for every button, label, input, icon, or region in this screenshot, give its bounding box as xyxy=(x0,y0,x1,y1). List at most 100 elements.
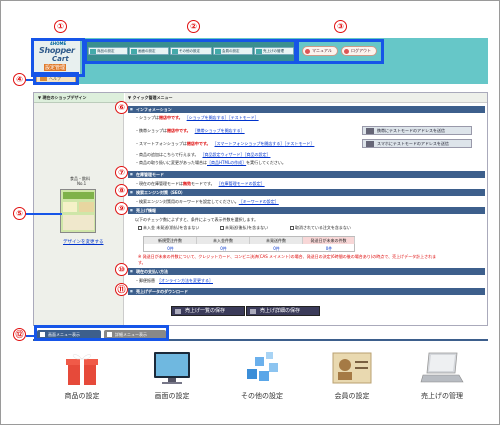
smartphone-status-value: 閉店中です。 xyxy=(186,141,211,146)
save-sales-detail-label: 売上げ詳細の保存 xyxy=(260,308,301,314)
callout-number-5: ⑤ xyxy=(13,207,26,220)
current-design-title: ▼ 現在のショップデザイン xyxy=(34,93,124,103)
change-design-link[interactable]: デザインを変更する xyxy=(63,239,104,245)
stats-header: 未発送件数 xyxy=(250,237,303,244)
sales-warning-note: ※ 発送日が未来の件数について、クレジットカード、コンビニ決済(CAS メイメン… xyxy=(138,254,437,265)
preview-header xyxy=(63,192,94,199)
stock-mode-line: ・現在の在庫管理モードは無効モードです。 ［在庫管理モードの設定］ xyxy=(135,181,265,187)
section-sales-download: 売上げデータのダウンロード xyxy=(128,288,485,295)
product-add-text: ・商品の追加はこちらで行えます。 xyxy=(135,152,199,157)
preview-block xyxy=(79,202,94,212)
menu-item-label: その他の設定 xyxy=(241,392,283,400)
callout-number-8: ⑧ xyxy=(115,184,128,197)
menu-item-other[interactable]: その他の設定 xyxy=(227,345,297,415)
mobile-status-line: ・携帯ショップは閉店中です。 ［携帯ショップを開店する］ xyxy=(135,128,245,134)
sales-intro: 以下のチェック数によずすと、条件によって表示件数を選択します。 xyxy=(135,217,259,222)
stock-mode-prefix: ・現在の在庫管理モードは xyxy=(135,181,183,186)
seo-line: ・検索エンジン対策用のキーワードを設定してください。［キーワードの設定］ xyxy=(135,199,279,205)
callout-number-3: ③ xyxy=(334,20,347,33)
keyword-settings-link[interactable]: ［キーワードの設定］ xyxy=(239,199,279,204)
section-payment-method: 現在の支払い方法 xyxy=(128,268,485,275)
preview-block xyxy=(63,215,94,230)
callout-box-3 xyxy=(296,39,384,64)
mobile-status-prefix: ・携帯ショップは xyxy=(135,128,167,133)
exclude-cancelled-checkbox[interactable]: 取消されている注文を含まない xyxy=(290,225,351,231)
stock-mode-suffix: モードです。 xyxy=(191,181,215,186)
callout-number-7: ⑦ xyxy=(115,166,128,179)
section-stock-mode: 在庫管理モード xyxy=(128,171,485,178)
save-sales-list-button[interactable]: 売上げ一覧の保存 xyxy=(171,306,245,316)
product-html-line: ・商品の取り扱いに変更があった場合は［商品HTMLの作成］を実行してください。 xyxy=(135,160,286,166)
open-shop-link[interactable]: ［ショップを開店する］ xyxy=(187,115,229,120)
section-sales-info: 売上げ情報 xyxy=(128,207,485,214)
callout-pointer-4 xyxy=(26,79,35,81)
product-add-line: ・商品の追加はこちらで行えます。 ［商品設定ウィザード］［商品の設定］ xyxy=(135,152,270,158)
exclude-unpaid-checkbox[interactable]: 未入金 未発送(前払)を含まない xyxy=(138,225,199,231)
payment-text: ・郵便振替 xyxy=(135,278,155,283)
callout-pointer-5 xyxy=(26,213,62,215)
send-smartphone-test-label: スマホにテストモードのアドレスを送信 xyxy=(377,141,449,146)
menu-item-label: 売上げの管理 xyxy=(421,392,463,400)
stats-header: 新規受注件数 xyxy=(144,237,197,244)
callout-number-9: ⑨ xyxy=(115,202,128,215)
callout-number-1: ① xyxy=(54,20,67,33)
stats-value-link[interactable]: 0件 xyxy=(197,245,250,252)
send-smartphone-test-address-button[interactable]: スマホにテストモードのアドレスを送信 xyxy=(362,139,472,148)
save-icon xyxy=(250,309,256,314)
test-mode-link[interactable]: ［テストモード］ xyxy=(229,115,259,120)
design-number: No.1 xyxy=(77,181,87,186)
shop-status-line: ・ショップは閉店中です。 ［ショップを開店する］［テストモード］ xyxy=(135,115,259,121)
preview-block xyxy=(63,202,77,212)
change-payment-link[interactable]: ［オンライン方法を変更する］ xyxy=(159,278,213,283)
menu-item-screen[interactable]: 画面の設定 xyxy=(137,345,207,415)
open-smartphone-shop-link[interactable]: ［スマートフォンショップを開店する］ xyxy=(215,141,285,146)
stats-header: 発送日が未来の件数 xyxy=(303,237,355,244)
mobile-status-value: 閉店中です。 xyxy=(167,128,191,133)
checkbox-label: 未入金 未発送(前払)を含まない xyxy=(143,225,200,230)
stats-value-link[interactable]: 0件 xyxy=(303,245,355,252)
create-product-html-link[interactable]: ［商品HTMLの作成］ xyxy=(207,160,246,165)
product-html-suffix: を実行してください。 xyxy=(246,160,286,165)
open-mobile-shop-link[interactable]: ［携帯ショップを開店する］ xyxy=(195,128,245,133)
stats-value-link[interactable]: 0件 xyxy=(250,245,303,252)
send-mobile-test-address-button[interactable]: 携帯にテストモードのアドレスを送信 xyxy=(362,126,472,135)
product-settings-link[interactable]: ［商品の設定］ xyxy=(244,152,270,157)
menu-item-sales[interactable]: 売上げの管理 xyxy=(407,345,477,415)
shop-status-value: 閉店中です。 xyxy=(159,115,183,120)
menu-item-members[interactable]: 会員の設定 xyxy=(317,345,387,415)
menu-item-label: 会員の設定 xyxy=(334,392,370,400)
callout-number-4: ④ xyxy=(13,73,26,86)
cubes-icon xyxy=(247,352,278,381)
smartphone-icon xyxy=(366,141,374,147)
seo-text: ・検索エンジン対策用のキーワードを設定してください。 xyxy=(135,199,239,204)
gift-box-icon xyxy=(66,354,98,385)
monitor-icon xyxy=(154,352,190,384)
callout-box-2 xyxy=(84,39,297,64)
payment-line: ・郵便振替 ［オンライン方法を変更する］ xyxy=(135,278,213,284)
checkbox-square xyxy=(138,226,142,230)
stats-value-link[interactable]: 0件 xyxy=(144,245,197,252)
design-preview-thumbnail[interactable] xyxy=(60,189,96,233)
callout-box-12 xyxy=(34,325,169,341)
menu-item-products[interactable]: 商品の設定 xyxy=(47,345,117,415)
section-information: インフォメーション xyxy=(128,106,485,113)
menu-item-label: 画面の設定 xyxy=(154,392,190,400)
shop-status-prefix: ・ショップは xyxy=(135,115,159,120)
callout-number-2: ② xyxy=(187,20,200,33)
checkbox-label: 未発送(後払)を含まない xyxy=(225,225,269,230)
quick-menu-title: ▼ クイック管理メニュー xyxy=(125,93,487,103)
checkbox-label: 取消されている注文を含まない xyxy=(295,225,351,230)
product-wizard-link[interactable]: ［商品設定ウィザード］ xyxy=(202,152,244,157)
mobile-phone-icon xyxy=(366,128,374,134)
stock-mode-value: 無効 xyxy=(183,181,191,186)
smartphone-test-mode-link[interactable]: ［テストモード］ xyxy=(284,141,314,146)
stock-mode-settings-link[interactable]: ［在庫管理モードの設定］ xyxy=(219,181,265,186)
save-sales-detail-button[interactable]: 売上げ詳細の保存 xyxy=(246,306,320,316)
callout-pointer-12 xyxy=(26,335,36,337)
section-seo: 検索エンジン対策（SEO） xyxy=(128,189,485,196)
member-card-icon xyxy=(332,352,372,384)
exclude-unshipped-checkbox[interactable]: 未発送(後払)を含まない xyxy=(220,225,268,231)
save-sales-list-label: 売上げ一覧の保存 xyxy=(185,308,226,314)
callout-number-12: ⑫ xyxy=(13,328,26,341)
callout-number-11: ⑪ xyxy=(115,283,128,296)
